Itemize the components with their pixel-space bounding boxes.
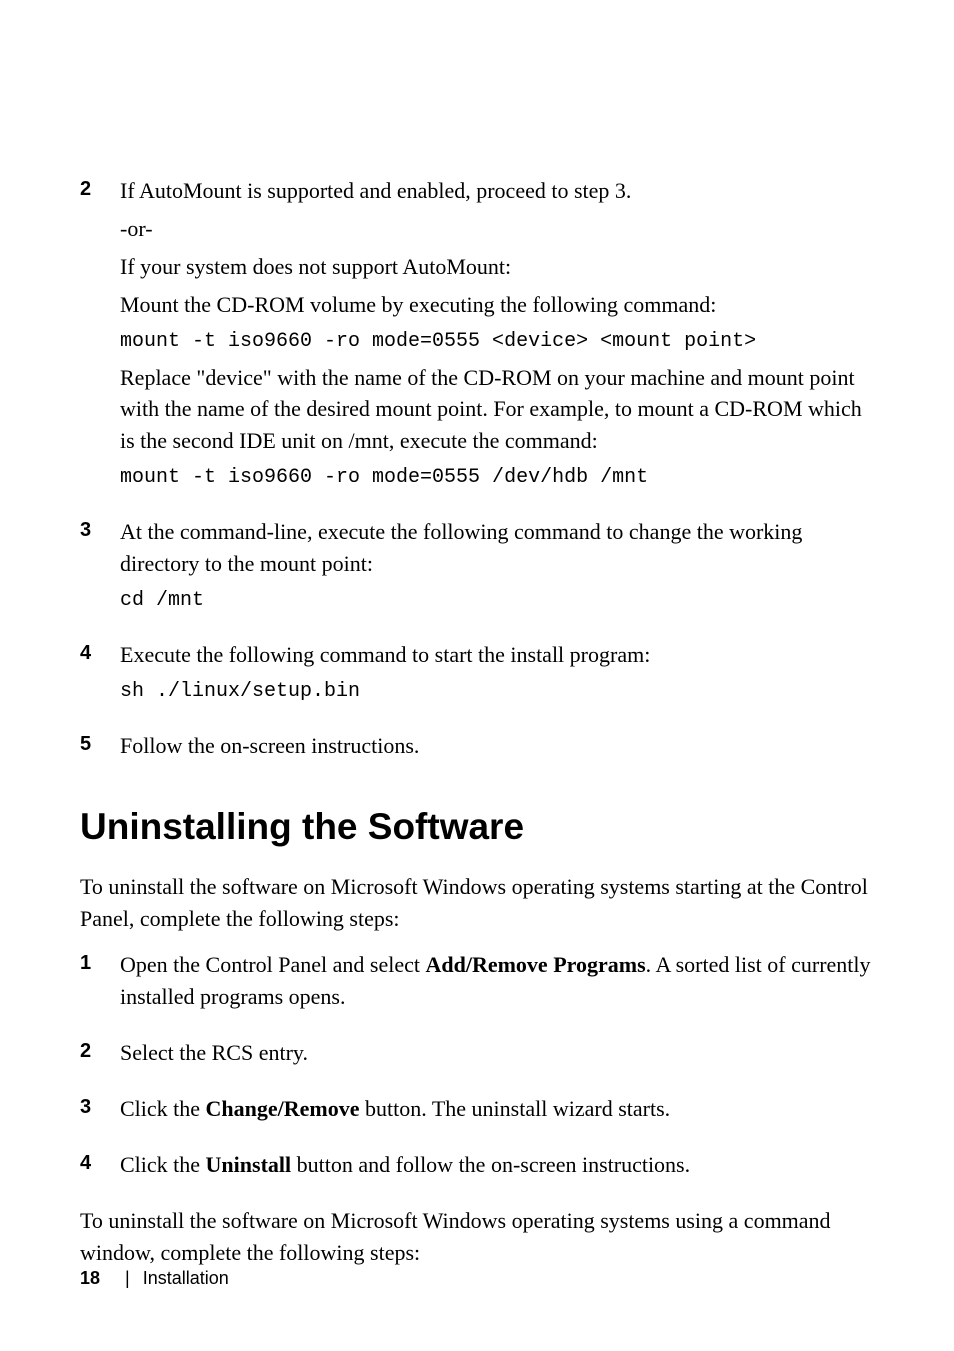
install-step: 2If AutoMount is supported and enabled, …	[80, 175, 874, 498]
step-number: 5	[80, 730, 120, 768]
step-number: 2	[80, 1037, 120, 1075]
text-run: Select the RCS entry.	[120, 1040, 308, 1065]
step-body: Click the Change/Remove button. The unin…	[120, 1093, 874, 1131]
step-body: Execute the following command to start t…	[120, 639, 874, 712]
step-body: Follow the on-screen instructions.	[120, 730, 874, 768]
step-text: Click the Change/Remove button. The unin…	[120, 1093, 874, 1125]
bold-text: Add/Remove Programs	[425, 952, 645, 977]
step-text: Follow the on-screen instructions.	[120, 730, 874, 762]
bold-text: Uninstall	[206, 1152, 292, 1177]
step-text: Open the Control Panel and select Add/Re…	[120, 949, 874, 1013]
step-text: Select the RCS entry.	[120, 1037, 874, 1069]
step-body: At the command-line, execute the followi…	[120, 516, 874, 621]
step-text: At the command-line, execute the followi…	[120, 516, 874, 580]
step-text: Execute the following command to start t…	[120, 639, 874, 671]
text-run: Click the	[120, 1152, 206, 1177]
step-body: Click the Uninstall button and follow th…	[120, 1149, 874, 1187]
section-name: Installation	[143, 1268, 229, 1288]
intro-paragraph: To uninstall the software on Microsoft W…	[80, 871, 874, 935]
uninstall-step: 2Select the RCS entry.	[80, 1037, 874, 1075]
step-text: Click the Uninstall button and follow th…	[120, 1149, 874, 1181]
step-number: 2	[80, 175, 120, 498]
install-step: 4Execute the following command to start …	[80, 639, 874, 712]
code-line: cd /mnt	[120, 586, 874, 615]
code-line: sh ./linux/setup.bin	[120, 677, 874, 706]
code-line: mount -t iso9660 -ro mode=0555 <device> …	[120, 327, 874, 356]
step-number: 3	[80, 1093, 120, 1131]
bold-text: Change/Remove	[206, 1096, 360, 1121]
step-number: 3	[80, 516, 120, 621]
step-body: Select the RCS entry.	[120, 1037, 874, 1075]
code-line: mount -t iso9660 -ro mode=0555 /dev/hdb …	[120, 463, 874, 492]
step-number: 4	[80, 1149, 120, 1187]
install-step: 5Follow the on-screen instructions.	[80, 730, 874, 768]
step-body: Open the Control Panel and select Add/Re…	[120, 949, 874, 1019]
step-text: If AutoMount is supported and enabled, p…	[120, 175, 874, 207]
step-text: Mount the CD-ROM volume by executing the…	[120, 289, 874, 321]
page-number: 18	[80, 1268, 100, 1288]
install-step: 3At the command-line, execute the follow…	[80, 516, 874, 621]
outro-paragraph: To uninstall the software on Microsoft W…	[80, 1205, 874, 1269]
step-body: If AutoMount is supported and enabled, p…	[120, 175, 874, 498]
step-number: 1	[80, 949, 120, 1019]
text-run: button and follow the on-screen instruct…	[291, 1152, 690, 1177]
text-run: Open the Control Panel and select	[120, 952, 425, 977]
step-text: Replace "device" with the name of the CD…	[120, 362, 874, 458]
text-run: button. The uninstall wizard starts.	[360, 1096, 671, 1121]
text-run: Click the	[120, 1096, 206, 1121]
step-text: -or-	[120, 213, 874, 245]
footer-separator: |	[125, 1268, 130, 1288]
uninstall-step: 4Click the Uninstall button and follow t…	[80, 1149, 874, 1187]
section-heading: Uninstalling the Software	[80, 800, 874, 854]
uninstall-step: 3Click the Change/Remove button. The uni…	[80, 1093, 874, 1131]
step-number: 4	[80, 639, 120, 712]
step-text: If your system does not support AutoMoun…	[120, 251, 874, 283]
page-footer: 18 | Installation	[80, 1265, 229, 1291]
uninstall-step: 1Open the Control Panel and select Add/R…	[80, 949, 874, 1019]
